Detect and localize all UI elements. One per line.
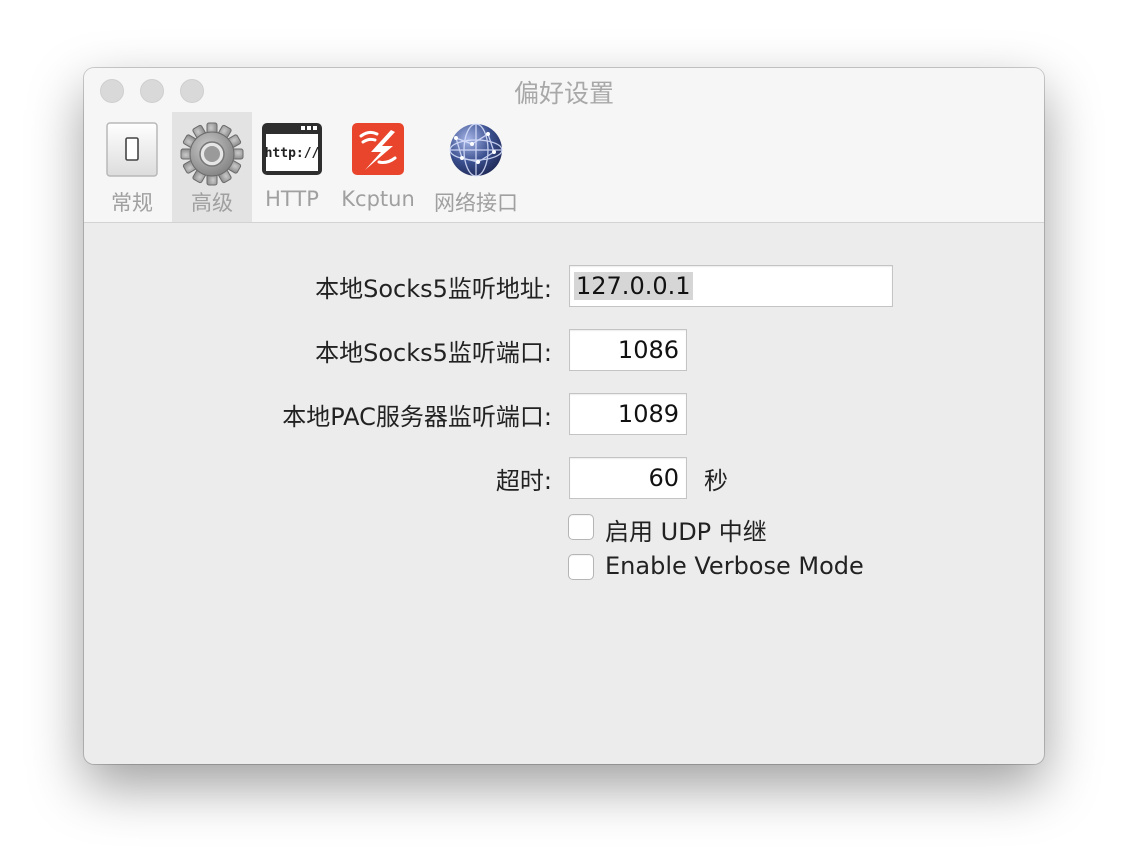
socks5-address-field[interactable]: 127.0.0.1: [569, 265, 893, 307]
socks5-address-label: 本地Socks5监听地址:: [315, 275, 552, 303]
tab-kcptun[interactable]: Kcptun: [336, 112, 420, 222]
tab-kcptun-label: Kcptun: [341, 187, 415, 211]
socks5-port-field[interactable]: 1086: [569, 329, 687, 371]
pac-port-field[interactable]: 1089: [569, 393, 687, 435]
socks5-port-label: 本地Socks5监听端口:: [315, 339, 552, 367]
http-browser-icon: http://: [261, 122, 323, 180]
verbose-mode-label[interactable]: Enable Verbose Mode: [605, 552, 864, 580]
tab-http-label: HTTP: [265, 187, 319, 211]
network-globe-icon: [448, 122, 504, 182]
verbose-mode-checkbox[interactable]: [568, 554, 594, 580]
tab-network-interface[interactable]: 网络接口: [428, 112, 524, 222]
gear-icon: [180, 122, 244, 190]
tab-http[interactable]: http:// HTTP: [256, 112, 328, 222]
svg-text:http://: http://: [265, 146, 320, 161]
udp-relay-checkbox[interactable]: [568, 514, 594, 540]
tab-general[interactable]: 常规: [96, 112, 168, 222]
tab-advanced-label: 高级: [191, 191, 233, 215]
advanced-settings-panel: 本地Socks5监听地址: 127.0.0.1 本地Socks5监听端口: 10…: [84, 223, 1044, 764]
socks5-address-value: 127.0.0.1: [574, 272, 693, 300]
window-title: 偏好设置: [513, 79, 614, 108]
switch-icon: [104, 122, 160, 182]
timeout-label: 超时:: [495, 467, 552, 495]
preferences-window: 偏好设置 常规 高级 http:// HTTP Kcptun 网络接口 本地So…: [84, 68, 1044, 764]
udp-relay-label[interactable]: 启用 UDP 中继: [605, 512, 767, 547]
tab-advanced[interactable]: 高级: [172, 112, 252, 222]
kcptun-icon: [351, 122, 405, 180]
toolbar: 偏好设置 常规 高级 http:// HTTP Kcptun 网络接口: [84, 68, 1044, 223]
timeout-field[interactable]: 60: [569, 457, 687, 499]
tab-network-interface-label: 网络接口: [434, 191, 518, 215]
tab-general-label: 常规: [111, 191, 153, 215]
pac-port-label: 本地PAC服务器监听端口:: [282, 403, 552, 431]
timeout-unit: 秒: [704, 467, 728, 495]
